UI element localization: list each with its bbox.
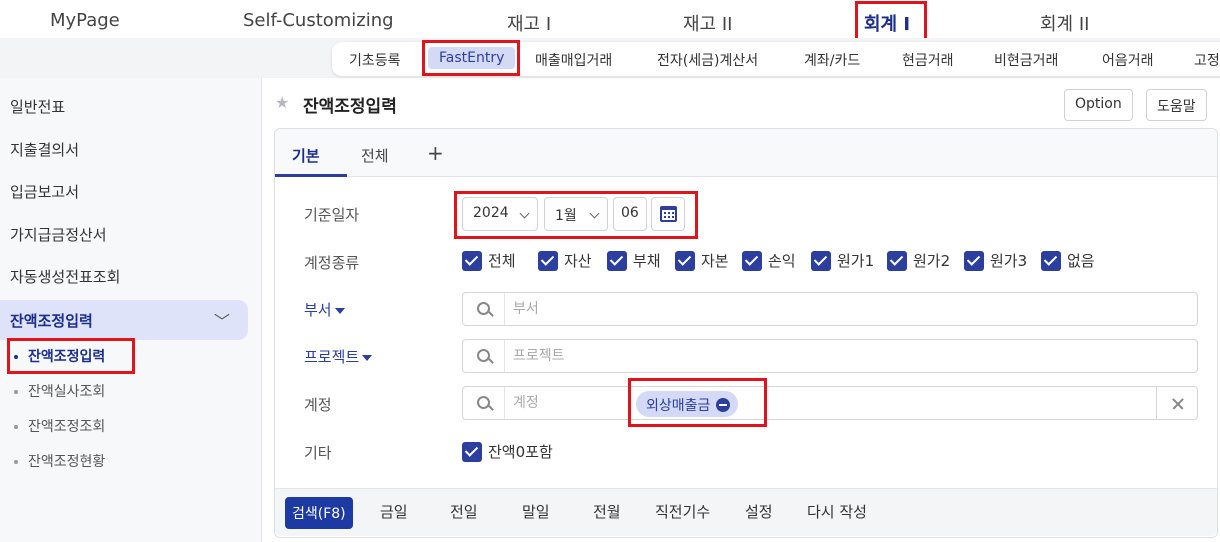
account-type-label: 계정종류 [304, 254, 360, 272]
chevron-down-icon [589, 208, 600, 219]
topnav-self-customizing[interactable]: Self-Customizing [243, 10, 394, 31]
tab-all[interactable]: 전체 [361, 145, 389, 166]
sidebar-item-advance-settlement[interactable]: 가지급금정산서 [10, 224, 107, 245]
search-icon[interactable] [463, 293, 505, 325]
check-icon [742, 250, 762, 271]
checkbox-cost-2[interactable]: 원가2 [887, 250, 950, 272]
calendar-icon [660, 206, 677, 222]
sub-nav: 기초등록 FastEntry 매출매입거래 전자(세금)계산서 계좌/카드 현금… [332, 42, 1220, 76]
sidebar-item-auto-slip-inquiry[interactable]: 자동생성전표조회 [10, 266, 120, 287]
check-icon [538, 250, 558, 271]
search-button[interactable]: 검색(F8) [285, 497, 353, 529]
check-icon [462, 441, 482, 462]
topnav-mypage[interactable]: MyPage [50, 10, 120, 31]
caret-down-icon [362, 354, 373, 361]
account-search-field[interactable] [462, 386, 1156, 420]
project-dropdown-label[interactable]: 프로젝트 [304, 346, 373, 367]
tab-basic[interactable]: 기본 [292, 145, 320, 166]
subnav-fixed[interactable]: 고정 [1194, 50, 1220, 70]
search-icon[interactable] [463, 387, 505, 419]
check-icon [607, 250, 627, 271]
add-tab-icon[interactable]: + [427, 141, 444, 165]
check-icon [462, 250, 482, 271]
checkbox-include-zero-balance[interactable]: 잔액0포함 [462, 441, 553, 463]
sidebar-group-label: 잔액조정입력 [10, 312, 93, 330]
sidebar-item-general-slip[interactable]: 일반전표 [10, 96, 65, 117]
sidebar-subitem-balance-adjust-input[interactable]: 잔액조정입력 [14, 346, 105, 366]
search-panel: 기본 전체 + [274, 128, 1218, 538]
caret-down-icon [334, 307, 345, 314]
tab-bar: 기본 전체 + [275, 129, 1217, 177]
chevron-down-icon [519, 208, 530, 219]
star-icon[interactable]: ★ [275, 93, 289, 112]
calendar-button[interactable] [651, 197, 685, 231]
subnav-fastentry[interactable]: FastEntry [428, 47, 516, 69]
previous-period-button[interactable]: 직전기수 [655, 501, 710, 522]
sidebar-item-deposit-report[interactable]: 입금보고서 [10, 181, 79, 202]
check-icon [811, 250, 831, 271]
sidebar-subitem-balance-adjust-status[interactable]: 잔액조정현황 [14, 451, 105, 471]
previous-month-button[interactable]: 전월 [593, 501, 621, 522]
checkbox-profit-loss[interactable]: 손익 [742, 250, 796, 272]
check-icon [675, 250, 695, 271]
department-search-field[interactable] [462, 292, 1198, 326]
subnav-cash[interactable]: 현금거래 [902, 50, 954, 70]
topnav-accounting-2[interactable]: 회계 II [1040, 10, 1089, 36]
bullet-icon [14, 390, 18, 394]
checkbox-liabilities[interactable]: 부채 [607, 250, 661, 272]
reset-button[interactable]: 다시 작성 [807, 501, 867, 522]
active-tab-indicator [275, 174, 347, 177]
checkbox-cost-1[interactable]: 원가1 [811, 250, 874, 272]
today-button[interactable]: 금일 [380, 501, 408, 522]
sidebar-subitem-balance-adjust-inquiry[interactable]: 잔액조정조회 [14, 416, 105, 436]
page-title: 잔액조정입력 [303, 97, 397, 117]
project-input[interactable] [513, 346, 1093, 366]
sidebar-group-balance-adjustment[interactable]: 잔액조정입력 ﹀ [0, 300, 248, 340]
check-icon [964, 250, 984, 271]
sidebar-item-expense-report[interactable]: 지출결의서 [10, 139, 79, 160]
subnav-non-cash[interactable]: 비현금거래 [994, 50, 1058, 70]
settings-button[interactable]: 설정 [745, 501, 773, 522]
project-search-field[interactable] [462, 339, 1198, 373]
check-icon [1041, 250, 1061, 271]
department-input[interactable] [513, 299, 1093, 319]
topnav-inventory-2[interactable]: 재고 II [683, 10, 732, 36]
topnav-accounting-1[interactable]: 회계 I [864, 10, 910, 36]
checkbox-equity[interactable]: 자본 [675, 250, 729, 272]
option-button[interactable]: Option [1064, 89, 1133, 121]
clear-icon[interactable] [1156, 386, 1198, 420]
year-select[interactable]: 2024 [462, 197, 538, 231]
month-select[interactable]: 1월 [544, 197, 608, 231]
topnav-inventory-1[interactable]: 재고 I [507, 10, 551, 36]
chevron-down-icon[interactable]: ﹀ [214, 308, 230, 332]
other-label: 기타 [304, 444, 332, 462]
subnav-bills[interactable]: 어음거래 [1102, 50, 1154, 70]
subnav-basic-registration[interactable]: 기초등록 [349, 50, 401, 70]
bullet-icon [14, 425, 18, 429]
sidebar-subitem-balance-audit[interactable]: 잔액실사조회 [14, 381, 105, 401]
subnav-tax-invoice[interactable]: 전자(세금)계산서 [657, 50, 758, 70]
bullet-icon [14, 355, 18, 359]
sidebar: 일반전표 지출결의서 입금보고서 가지급금정산서 자동생성전표조회 잔액조정입력… [0, 78, 262, 542]
day-input[interactable]: 06 [613, 197, 647, 231]
checkbox-assets[interactable]: 자산 [538, 250, 592, 272]
subnav-account-card[interactable]: 계좌/카드 [804, 50, 860, 70]
account-chip: 외상매출금 [636, 391, 739, 417]
help-button[interactable]: 도움말 [1146, 89, 1207, 121]
subnav-sales-purchase[interactable]: 매출매입거래 [535, 50, 612, 70]
account-label: 계정 [304, 396, 332, 414]
month-end-button[interactable]: 말일 [522, 501, 550, 522]
checkbox-none[interactable]: 없음 [1041, 250, 1095, 272]
department-dropdown-label[interactable]: 부서 [304, 299, 345, 320]
checkbox-all[interactable]: 전체 [462, 250, 516, 272]
account-input[interactable] [513, 393, 613, 413]
check-icon [887, 250, 907, 271]
date-label: 기준일자 [304, 206, 360, 224]
previous-day-button[interactable]: 전일 [450, 501, 478, 522]
bullet-icon [14, 460, 18, 464]
checkbox-cost-3[interactable]: 원가3 [964, 250, 1027, 272]
search-icon[interactable] [463, 340, 505, 372]
action-bar: 검색(F8) 금일 전일 말일 전월 직전기수 설정 다시 작성 [275, 488, 1217, 536]
remove-chip-icon[interactable] [716, 398, 731, 412]
